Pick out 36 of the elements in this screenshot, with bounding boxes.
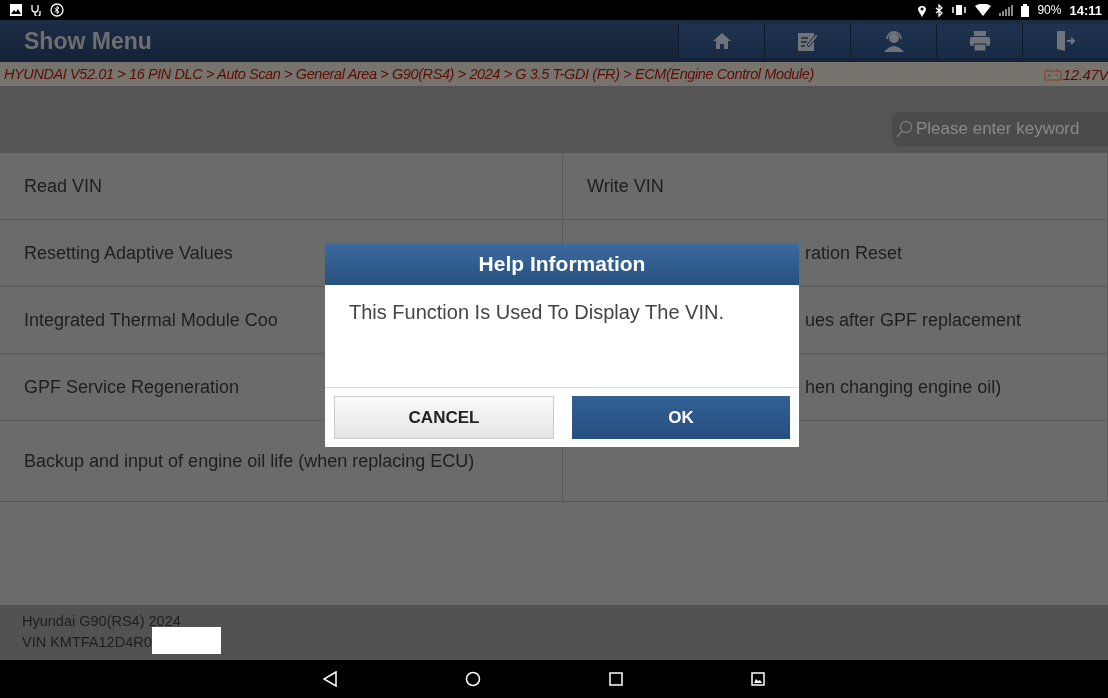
- back-icon[interactable]: [323, 671, 337, 687]
- print-button[interactable]: [936, 24, 1022, 58]
- bluetooth-icon: [935, 3, 944, 17]
- image-icon: [10, 4, 22, 16]
- support-button[interactable]: [850, 24, 936, 58]
- battery-percent: 90%: [1037, 3, 1062, 17]
- redaction-block: [151, 626, 221, 654]
- bluetooth-icon: [50, 3, 64, 17]
- vibrate-icon: [951, 4, 968, 16]
- stethoscope-icon: [30, 4, 42, 16]
- location-icon: [917, 3, 928, 17]
- exit-button[interactable]: [1022, 24, 1108, 58]
- page-title: Show Menu: [23, 27, 152, 55]
- dialog-title: Help Information: [325, 243, 799, 285]
- menu-item[interactable]: Read VIN: [0, 153, 563, 220]
- dialog-message: This Function Is Used To Display The VIN.: [325, 285, 799, 388]
- home-button[interactable]: [678, 24, 764, 58]
- edit-icon: [796, 30, 819, 52]
- menu-item[interactable]: Write VIN: [563, 153, 1108, 220]
- screenshot-icon[interactable]: [751, 672, 765, 686]
- home-circle-icon[interactable]: [465, 671, 481, 687]
- headset-person-icon: [881, 30, 906, 52]
- clock-time: 14:11: [1069, 2, 1102, 18]
- wifi-icon: [975, 4, 992, 16]
- battery-icon: [1043, 67, 1062, 81]
- signal-icon: [999, 4, 1014, 16]
- recents-icon[interactable]: [609, 672, 623, 686]
- cancel-button[interactable]: CANCEL: [334, 396, 554, 439]
- exit-door-icon: [1055, 30, 1076, 52]
- printer-icon: [968, 30, 991, 52]
- home-icon: [711, 31, 732, 51]
- battery-icon: [1021, 3, 1030, 17]
- search-field[interactable]: Please enter keyword: [892, 112, 1108, 146]
- ok-button[interactable]: OK: [572, 396, 790, 439]
- breadcrumb-path: HYUNDAI V52.01 > 16 PIN DLC > Auto Scan > General Area > G90(RS4) > 2024 > G 3.5 T-GDI (FR) > ECM(Engine Control Module): [4, 66, 814, 82]
- edit-button[interactable]: [764, 24, 850, 58]
